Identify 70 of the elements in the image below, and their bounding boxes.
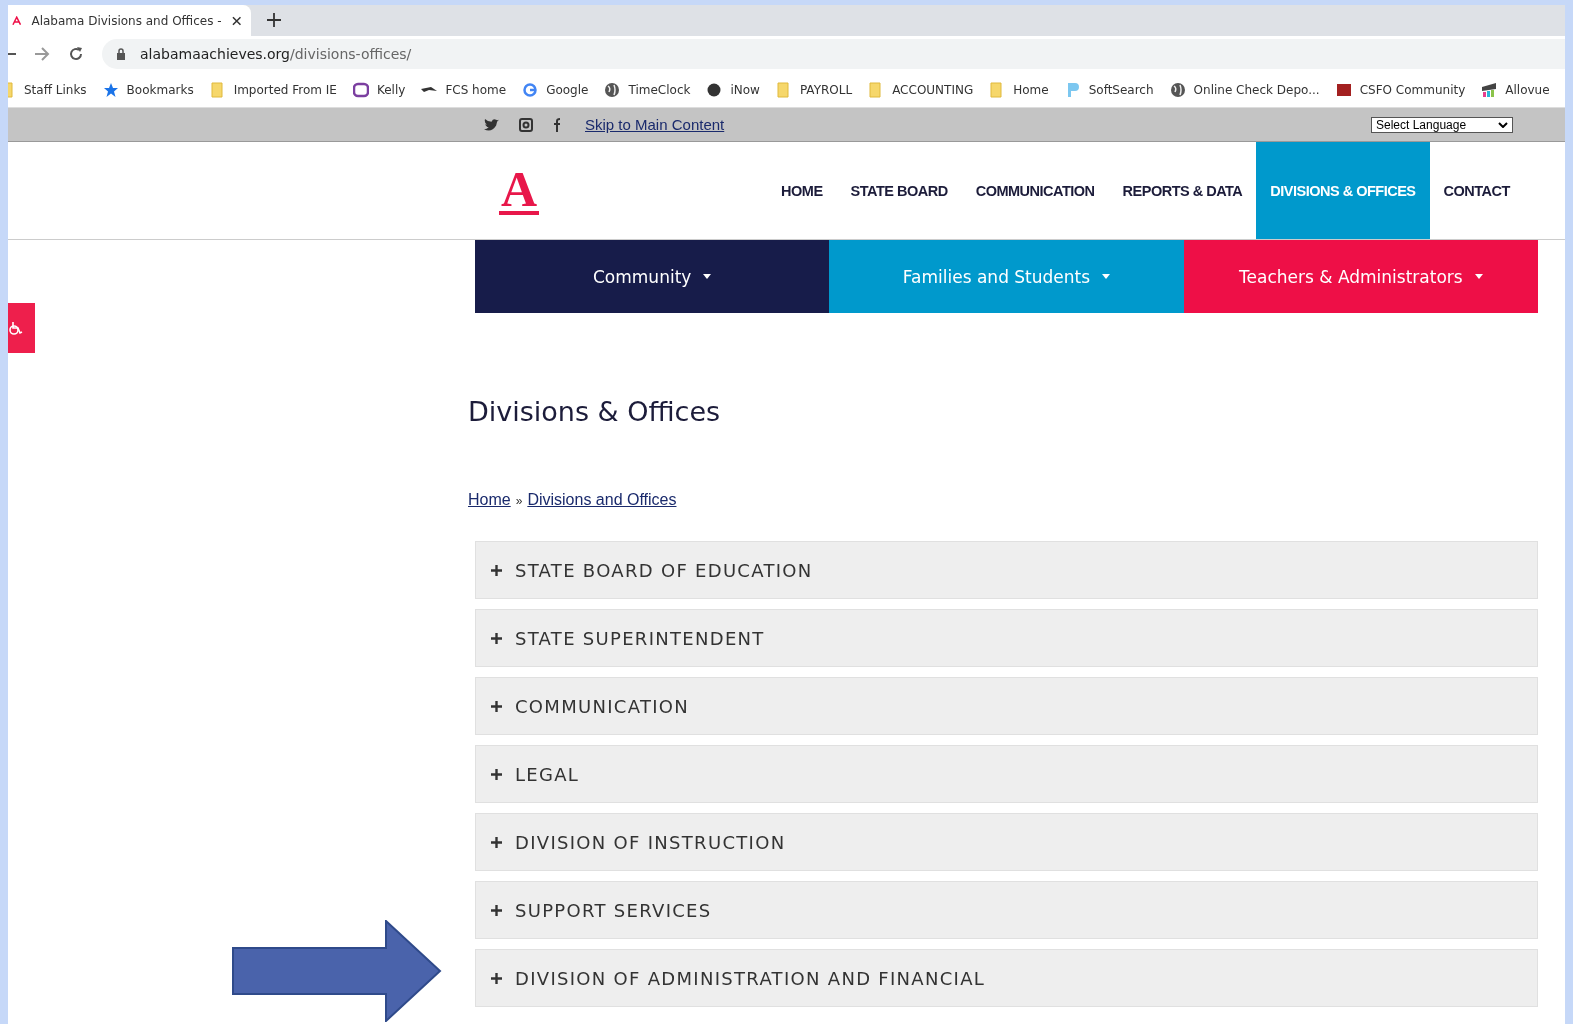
nav-link[interactable]: CONTACT [1429,142,1524,239]
plus-icon [491,836,502,848]
logo-icon [522,81,539,98]
accordion-header[interactable]: STATE BOARD OF EDUCATION [475,541,1538,599]
bookmark[interactable]: SoftSearch [1064,81,1154,98]
bookmark[interactable]: Home [989,81,1049,98]
logo-icon [1335,81,1352,98]
page-title: Divisions & Offices [468,396,722,427]
bookmark[interactable]: PAYROLL [775,81,853,98]
logo-icon [1481,81,1498,98]
breadcrumb-link[interactable]: Home [468,491,511,509]
close-icon[interactable] [231,15,241,26]
bookmark[interactable]: FCS home [421,81,507,98]
new-tab-icon[interactable] [267,13,281,27]
nav-link[interactable]: STATE BOARD [836,142,962,239]
folder-icon [775,81,792,98]
plus-icon [491,972,502,984]
breadcrumb-separator: » [515,494,523,508]
accordion-header[interactable]: LEGAL [475,745,1538,803]
star-icon [102,81,119,98]
reload-icon[interactable] [68,46,84,62]
favicon-icon [12,15,22,26]
accordion-header[interactable]: STATE SUPERINTENDENT [475,609,1538,667]
audience-menu[interactable]: Community [475,240,830,313]
bookmark[interactable]: Online Check Depo... [1169,81,1320,98]
lock-icon [116,48,126,60]
nav-link[interactable]: HOME [767,142,837,239]
plus-icon [491,700,502,712]
forward-icon[interactable] [34,46,50,62]
bookmark[interactable]: Bookmarks [102,81,194,98]
wheelchair-icon [8,320,24,336]
bookmark[interactable]: Staff Links [8,81,87,98]
logo-icon [706,81,723,98]
audience-menu[interactable]: Teachers & Administrators [1183,240,1538,313]
plus-icon [491,768,502,780]
plus-icon [491,564,502,576]
bookmark[interactable]: CSFO Community [1335,81,1466,98]
plus-icon [491,632,502,644]
nav-link[interactable]: COMMUNICATION [961,142,1109,239]
caret-icon [1102,274,1111,279]
bookmark[interactable]: TimeClock [604,81,691,98]
nav-link[interactable]: REPORTS & DATA [1108,142,1257,239]
browser-tab[interactable]: Alabama Divisions and Offices - [8,5,251,36]
plus-icon [491,904,502,916]
caret-icon [1474,274,1483,279]
accordion-header[interactable]: SUPPORT SERVICES [475,881,1538,939]
bookmark[interactable]: Kelly [352,81,406,98]
skip-link[interactable]: Skip to Main Content [585,116,725,133]
bookmark[interactable]: ACCOUNTING [868,81,974,98]
caret-icon [703,274,712,279]
accordion-header[interactable]: COMMUNICATION [475,677,1538,735]
logo-icon [352,81,369,98]
logo[interactable]: A [499,166,540,215]
bookmark[interactable]: Imported From IE [209,81,337,98]
accordion-header[interactable]: DIVISION OF INSTRUCTION [475,813,1538,871]
breadcrumb-link[interactable]: Divisions and Offices [527,491,677,509]
accessibility-button[interactable] [8,303,35,353]
bookmark[interactable]: iNow [706,81,760,98]
globe-icon [604,81,621,98]
bookmark[interactable]: Allovue [1481,81,1550,98]
accordion-header[interactable]: DIVISION OF ADMINISTRATION AND FINANCIAL [475,949,1538,1007]
bookmark[interactable]: Google [522,81,589,98]
facebook-icon[interactable] [553,117,561,132]
twitter-icon[interactable] [484,118,499,131]
chevron-down-icon [1498,121,1508,128]
folder-icon [209,81,226,98]
instagram-icon[interactable] [519,117,533,132]
address-field[interactable]: alabamaachieves.org/divisions-offices/ [102,39,1565,69]
language-select[interactable]: Select Language [1371,116,1513,133]
globe-icon [1169,81,1186,98]
